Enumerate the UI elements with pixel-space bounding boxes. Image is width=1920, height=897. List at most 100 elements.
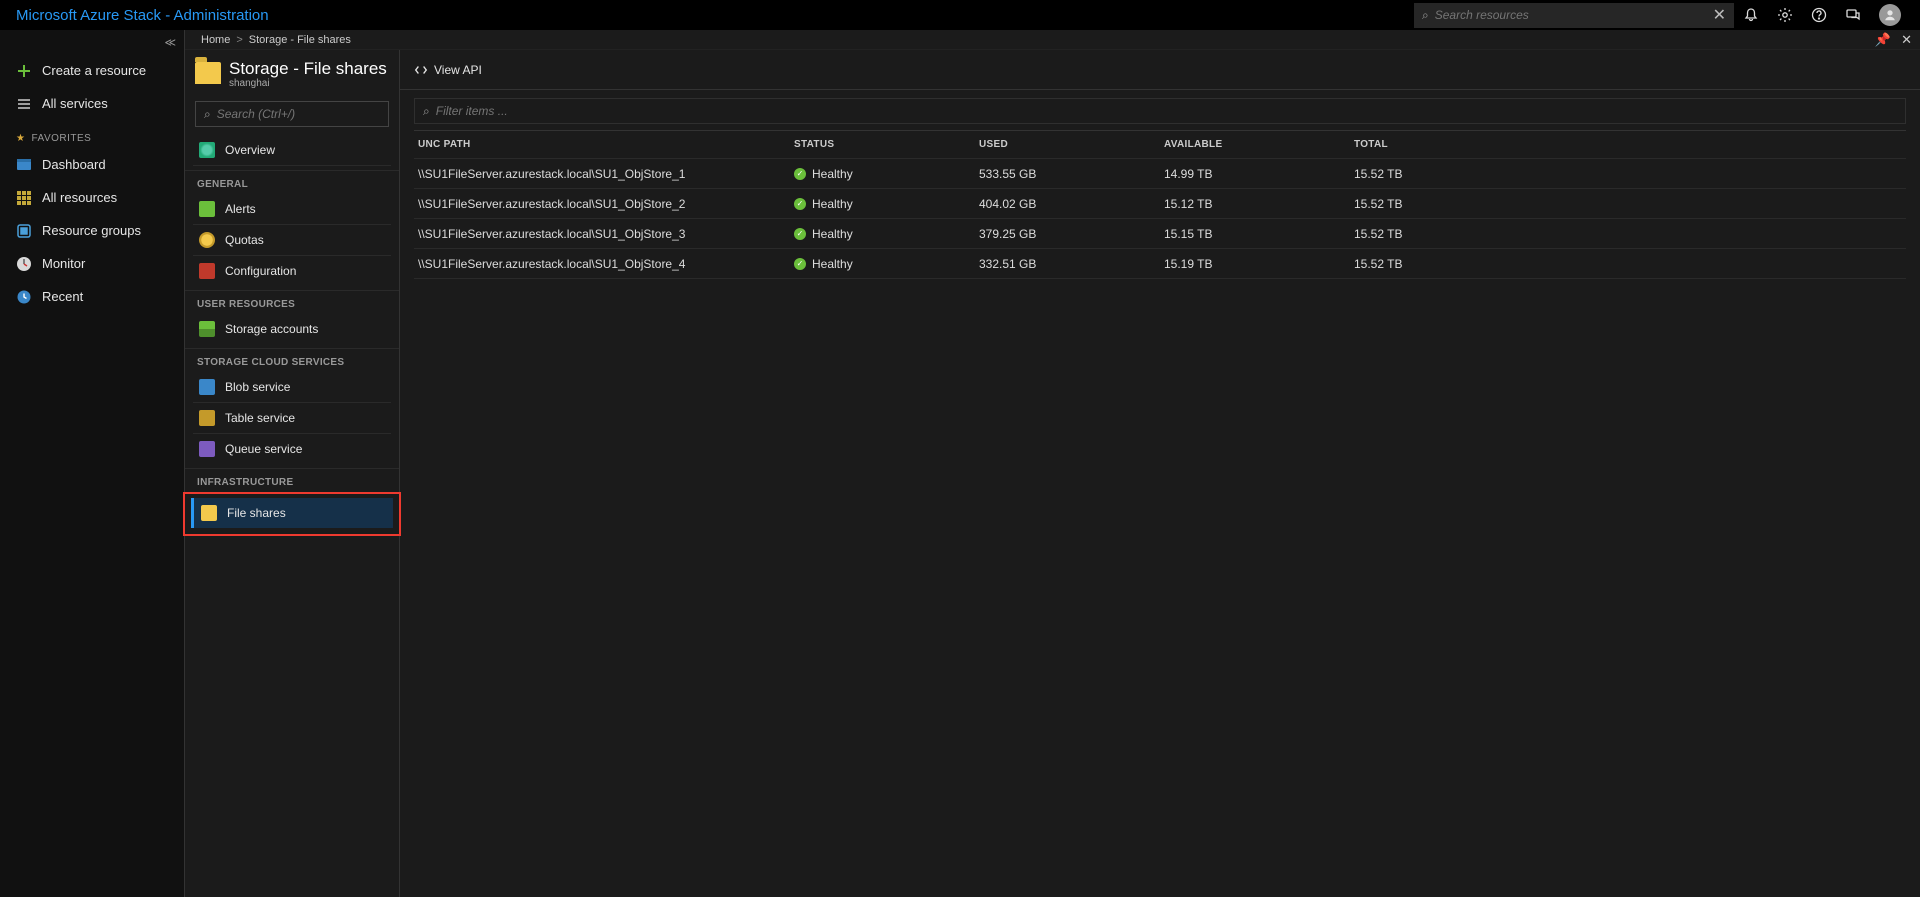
cell-total: 15.52 TB <box>1354 197 1906 211</box>
filter-input[interactable] <box>436 104 1897 118</box>
resmenu-storage-accounts[interactable]: Storage accounts <box>189 314 395 344</box>
cell-total: 15.52 TB <box>1354 227 1906 241</box>
content-pane: 📌 ✕ View API ⌕ UNC PATH STATUS <box>400 50 1920 897</box>
quotas-icon <box>199 232 215 248</box>
resource-menu-search-input[interactable] <box>217 107 380 121</box>
nav-create-resource[interactable]: Create a resource <box>0 54 184 87</box>
resmenu-section-general: GENERAL <box>185 170 399 194</box>
nav-favorites-header: ★ FAVORITES <box>0 129 184 148</box>
nav-collapse-icon[interactable]: ≪ <box>0 36 184 54</box>
col-used[interactable]: USED <box>979 139 1164 150</box>
close-icon[interactable]: ✕ <box>1901 32 1912 48</box>
nav-item-label: Monitor <box>42 256 85 271</box>
nav-all-services[interactable]: All services <box>0 87 184 120</box>
cell-status: Healthy <box>794 227 979 241</box>
cell-unc: \\SU1FileServer.azurestack.local\SU1_Obj… <box>414 197 794 211</box>
code-icon <box>414 63 428 77</box>
cell-used: 533.55 GB <box>979 167 1164 181</box>
cell-unc: \\SU1FileServer.azurestack.local\SU1_Obj… <box>414 257 794 271</box>
resmenu-queue[interactable]: Queue service <box>189 434 395 464</box>
blade-subtitle: shanghai <box>229 78 387 89</box>
search-icon: ⌕ <box>204 107 211 122</box>
col-status[interactable]: STATUS <box>794 139 979 150</box>
configuration-icon <box>199 263 215 279</box>
cell-unc: \\SU1FileServer.azurestack.local\SU1_Obj… <box>414 167 794 181</box>
resmenu-section-cloud: STORAGE CLOUD SERVICES <box>185 348 399 372</box>
pin-icon[interactable]: 📌 <box>1875 32 1891 48</box>
resmenu-label: Storage accounts <box>225 322 318 336</box>
search-icon: ⌕ <box>1422 8 1429 23</box>
settings-icon[interactable] <box>1768 0 1802 30</box>
status-healthy-icon <box>794 168 806 180</box>
blade-title: Storage - File shares <box>229 60 387 78</box>
cell-status: Healthy <box>794 197 979 211</box>
cell-available: 14.99 TB <box>1164 167 1354 181</box>
global-search-input[interactable] <box>1435 8 1707 22</box>
cell-status: Healthy <box>794 257 979 271</box>
resmenu-label: Configuration <box>225 264 296 278</box>
user-avatar[interactable] <box>1870 0 1910 30</box>
col-available[interactable]: AVAILABLE <box>1164 139 1354 150</box>
resmenu-alerts[interactable]: Alerts <box>189 194 395 224</box>
globe-icon <box>199 142 215 158</box>
fileshare-icon <box>201 505 217 521</box>
table-icon <box>199 410 215 426</box>
notifications-icon[interactable] <box>1734 0 1768 30</box>
breadcrumb: Home > Storage - File shares <box>185 30 1920 50</box>
table-row[interactable]: \\SU1FileServer.azurestack.local\SU1_Obj… <box>414 159 1906 189</box>
nav-resource-groups[interactable]: Resource groups <box>0 214 184 247</box>
table-row[interactable]: \\SU1FileServer.azurestack.local\SU1_Obj… <box>414 219 1906 249</box>
cell-total: 15.52 TB <box>1354 167 1906 181</box>
nav-recent[interactable]: Recent <box>0 280 184 313</box>
resmenu-overview[interactable]: Overview <box>189 135 395 165</box>
table-header: UNC PATH STATUS USED AVAILABLE TOTAL <box>414 131 1906 159</box>
alerts-icon <box>199 201 215 217</box>
resource-menu: Storage - File shares shanghai ⌕ Overvie… <box>185 50 400 897</box>
nav-item-label: Create a resource <box>42 63 146 78</box>
file-shares-table: UNC PATH STATUS USED AVAILABLE TOTAL \\S… <box>414 130 1906 279</box>
avatar-icon <box>1879 4 1901 26</box>
nav-item-label: All services <box>42 96 108 111</box>
resmenu-blob[interactable]: Blob service <box>189 372 395 402</box>
left-nav: ≪ Create a resource All services ★ FAVOR… <box>0 30 185 897</box>
cell-unc: \\SU1FileServer.azurestack.local\SU1_Obj… <box>414 227 794 241</box>
table-row[interactable]: \\SU1FileServer.azurestack.local\SU1_Obj… <box>414 249 1906 279</box>
portal-title: Microsoft Azure Stack - Administration <box>10 7 269 24</box>
nav-dashboard[interactable]: Dashboard <box>0 148 184 181</box>
table-row[interactable]: \\SU1FileServer.azurestack.local\SU1_Obj… <box>414 189 1906 219</box>
resmenu-table[interactable]: Table service <box>189 403 395 433</box>
star-icon: ★ <box>16 133 25 144</box>
cell-available: 15.12 TB <box>1164 197 1354 211</box>
nav-all-resources[interactable]: All resources <box>0 181 184 214</box>
resmenu-quotas[interactable]: Quotas <box>189 225 395 255</box>
storage-icon <box>199 321 215 337</box>
highlight-annotation: File shares <box>183 492 401 536</box>
nav-monitor[interactable]: Monitor <box>0 247 184 280</box>
nav-item-label: Resource groups <box>42 223 141 238</box>
breadcrumb-home[interactable]: Home <box>201 34 230 46</box>
resmenu-label: Quotas <box>225 233 264 247</box>
cell-available: 15.19 TB <box>1164 257 1354 271</box>
nav-item-label: All resources <box>42 190 117 205</box>
col-total[interactable]: TOTAL <box>1354 139 1906 150</box>
clear-search-icon[interactable]: ✕ <box>1713 5 1726 25</box>
col-unc[interactable]: UNC PATH <box>414 139 794 150</box>
queue-icon <box>199 441 215 457</box>
resmenu-file-shares[interactable]: File shares <box>191 498 393 528</box>
breadcrumb-current: Storage - File shares <box>249 34 351 46</box>
help-icon[interactable] <box>1802 0 1836 30</box>
resource-menu-search[interactable]: ⌕ <box>195 101 389 127</box>
view-api-button[interactable]: View API <box>414 63 482 77</box>
blob-icon <box>199 379 215 395</box>
resmenu-configuration[interactable]: Configuration <box>189 256 395 286</box>
resmenu-section-infra: INFRASTRUCTURE <box>185 468 399 492</box>
nav-item-label: Dashboard <box>42 157 106 172</box>
feedback-icon[interactable] <box>1836 0 1870 30</box>
status-healthy-icon <box>794 258 806 270</box>
status-healthy-icon <box>794 198 806 210</box>
resmenu-label: Queue service <box>225 442 302 456</box>
filter-box[interactable]: ⌕ <box>414 98 1906 124</box>
global-search[interactable]: ⌕ ✕ <box>1414 3 1734 28</box>
resmenu-section-user: USER RESOURCES <box>185 290 399 314</box>
cell-status: Healthy <box>794 167 979 181</box>
